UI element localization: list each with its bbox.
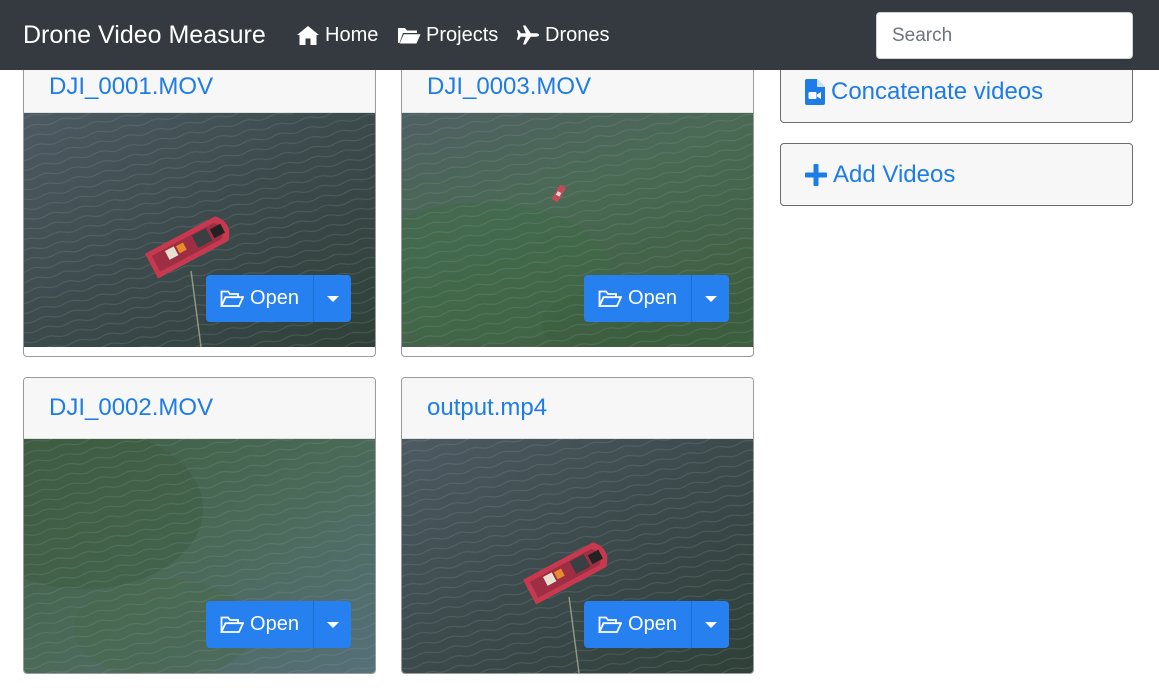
caret-down-icon: [326, 295, 339, 302]
folder-open-outline-icon: [598, 290, 623, 307]
open-button-label: Open: [628, 287, 677, 309]
plane-icon: [516, 25, 539, 45]
video-card: DJI_0001.MOV Open: [23, 60, 376, 357]
file-video-icon: [805, 78, 825, 105]
video-thumbnail[interactable]: Open: [402, 439, 753, 673]
nav-drones[interactable]: Drones: [516, 22, 609, 48]
add-videos-label: Add Videos: [833, 160, 956, 188]
brand[interactable]: Drone Video Measure: [23, 19, 266, 51]
video-title[interactable]: DJI_0002.MOV: [49, 393, 213, 423]
open-dropdown-toggle[interactable]: [313, 601, 351, 648]
folder-open-outline-icon: [598, 616, 623, 633]
open-button[interactable]: Open: [206, 275, 313, 322]
folder-open-outline-icon: [220, 616, 245, 633]
video-thumbnail[interactable]: Open: [402, 113, 753, 347]
caret-down-icon: [326, 621, 339, 628]
open-button[interactable]: Open: [584, 275, 691, 322]
folder-open-outline-icon: [220, 290, 245, 307]
folder-open-icon: [398, 28, 421, 44]
video-title[interactable]: DJI_0003.MOV: [427, 72, 591, 102]
open-dropdown-toggle[interactable]: [313, 275, 351, 322]
video-card: DJI_0002.MOV Open: [23, 377, 376, 674]
open-button-group: Open: [584, 601, 729, 648]
open-button-label: Open: [628, 613, 677, 635]
video-card: output.mp4 Open: [401, 377, 754, 674]
open-button-group: Open: [206, 601, 351, 648]
concatenate-videos-label: Concatenate videos: [831, 77, 1044, 105]
open-button-label: Open: [250, 613, 299, 635]
add-videos-button[interactable]: Add Videos: [780, 143, 1133, 206]
card-header: output.mp4: [402, 378, 753, 439]
video-card: DJI_0003.MOV Open: [401, 60, 754, 357]
nav-projects-label: Projects: [426, 24, 499, 46]
video-thumbnail[interactable]: Open: [24, 113, 375, 347]
open-button[interactable]: Open: [206, 601, 313, 648]
video-thumbnail[interactable]: Open: [24, 439, 375, 673]
card-header: DJI_0002.MOV: [24, 378, 375, 439]
nav-projects[interactable]: Projects: [397, 22, 498, 48]
nav-home[interactable]: Home: [296, 22, 378, 48]
video-title[interactable]: output.mp4: [427, 393, 547, 423]
open-button-group: Open: [584, 275, 729, 322]
open-button[interactable]: Open: [584, 601, 691, 648]
search-input[interactable]: [876, 12, 1133, 59]
open-button-group: Open: [206, 275, 351, 322]
home-icon: [297, 26, 319, 45]
video-title[interactable]: DJI_0001.MOV: [49, 72, 213, 102]
navbar: Drone Video Measure Home Projects Drones: [0, 0, 1159, 70]
nav-drones-label: Drones: [545, 24, 610, 46]
open-dropdown-toggle[interactable]: [691, 275, 729, 322]
caret-down-icon: [704, 295, 717, 302]
caret-down-icon: [704, 621, 717, 628]
open-button-label: Open: [250, 287, 299, 309]
nav-home-label: Home: [325, 24, 379, 46]
open-dropdown-toggle[interactable]: [691, 601, 729, 648]
plus-icon: [805, 163, 827, 186]
